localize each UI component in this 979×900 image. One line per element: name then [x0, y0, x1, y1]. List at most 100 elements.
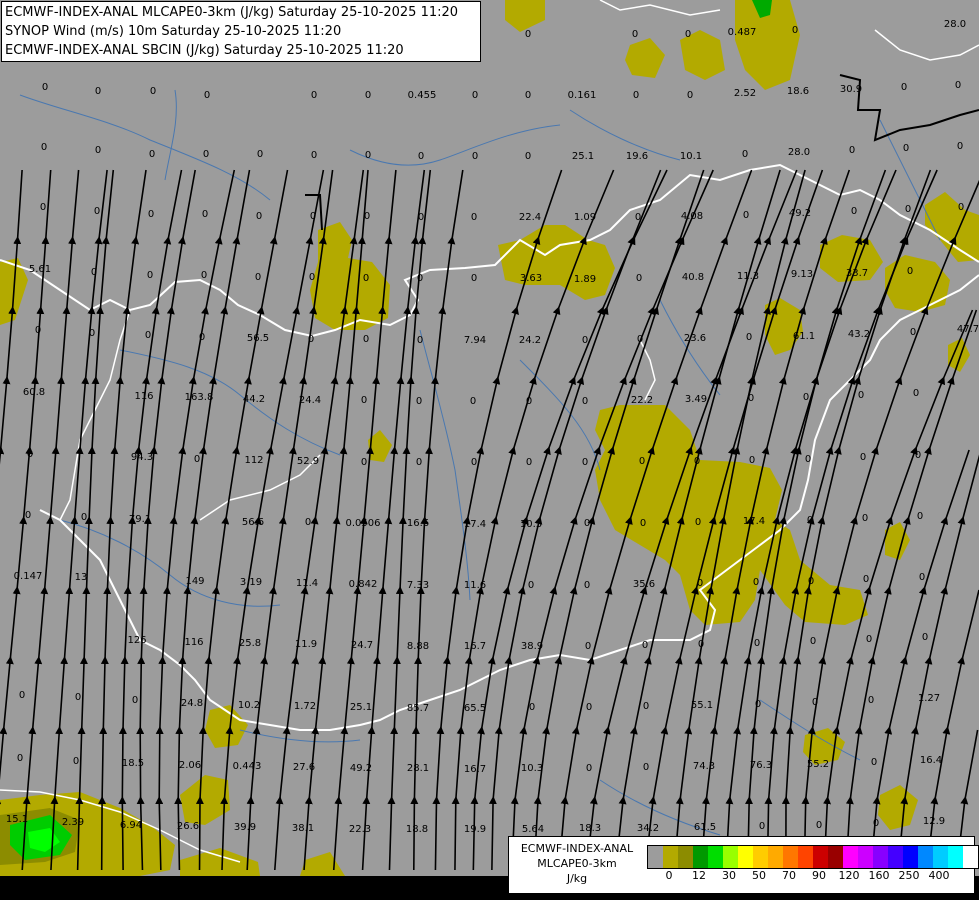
cape-value-label: 0 — [849, 145, 855, 156]
cape-value-label: 0 — [585, 641, 591, 652]
cape-value-label: 0 — [311, 150, 317, 161]
cape-value-label: 0 — [694, 456, 700, 467]
cape-value-label: 0 — [858, 390, 864, 401]
cape-value-label: 0.147 — [14, 571, 43, 582]
cape-value-label: 0 — [95, 145, 101, 156]
cape-value-label: 0 — [907, 266, 913, 277]
legend-color-swatch — [963, 846, 978, 868]
cape-value-label: 79.1 — [129, 514, 151, 525]
cape-value-label: 12.9 — [923, 816, 945, 827]
cape-value-label: 2.39 — [62, 817, 84, 828]
cape-value-label: 0 — [636, 273, 642, 284]
cape-value-label: 18.6 — [787, 86, 809, 97]
cape-value-label: 0 — [642, 640, 648, 651]
cape-value-label: 10.1 — [680, 151, 702, 162]
cape-value-label: 16.7 — [464, 641, 486, 652]
cape-value-label: 0 — [361, 457, 367, 468]
cape-value-label: 0 — [582, 396, 588, 407]
cape-value-label: 17.4 — [464, 519, 486, 530]
cape-value-label: 0 — [35, 325, 41, 336]
cape-value-label: 0 — [41, 142, 47, 153]
cape-value-label: 0 — [584, 518, 590, 529]
cape-value-label: 0 — [746, 332, 752, 343]
cape-value-label: 9.13 — [791, 269, 813, 280]
cape-value-label: 0 — [635, 212, 641, 223]
cape-value-label: 16.7 — [464, 764, 486, 775]
cape-value-label: 61.1 — [793, 331, 815, 342]
cape-value-label: 0 — [202, 209, 208, 220]
cape-value-label: 0 — [416, 396, 422, 407]
legend-color-swatch — [858, 846, 873, 868]
legend-color-swatch — [723, 846, 738, 868]
legend-tick-label: 250 — [898, 869, 920, 882]
legend-tick-label: 400 — [928, 869, 950, 882]
legend-color-swatch — [648, 846, 663, 868]
cape-value-label: 65.5 — [464, 703, 486, 714]
cape-value-label: 0 — [365, 90, 371, 101]
cape-value-label: 0 — [749, 455, 755, 466]
legend-tick-label: 30 — [722, 869, 736, 882]
cape-value-label: 0 — [958, 202, 964, 213]
cape-value-label: 0 — [748, 393, 754, 404]
cape-value-label: 0 — [640, 518, 646, 529]
cape-value-label: 60.8 — [23, 387, 45, 398]
cape-value-label: 0 — [91, 267, 97, 278]
cape-value-label: 18.5 — [122, 758, 144, 769]
cape-value-label: 0 — [17, 753, 23, 764]
cape-value-label: 4.08 — [681, 211, 703, 222]
cape-value-label: 25.1 — [572, 151, 594, 162]
cape-value-label: 10.2 — [238, 700, 260, 711]
cape-value-label: 0 — [149, 149, 155, 160]
legend-color-swatch — [663, 846, 678, 868]
cape-value-label: 52.9 — [297, 456, 319, 467]
cape-value-label: 15.1 — [6, 814, 28, 825]
cape-value-label: 0 — [526, 396, 532, 407]
cape-value-label: 0 — [917, 511, 923, 522]
cape-value-label: 0 — [203, 149, 209, 160]
cape-value-label: 0 — [866, 634, 872, 645]
cape-value-label: 0 — [19, 690, 25, 701]
cape-value-label: 30.9 — [840, 84, 862, 95]
cape-value-label: 0 — [25, 510, 31, 521]
legend-tick-label: 50 — [752, 869, 766, 882]
legend-color-swatch — [828, 846, 843, 868]
legend-tick-label: 0 — [665, 869, 673, 882]
cape-value-label: 0 — [361, 395, 367, 406]
cape-value-label: 0.0506 — [346, 518, 381, 529]
legend-color-swatch — [843, 846, 858, 868]
cape-value-label: 43.2 — [848, 329, 870, 340]
cape-value-label: 11.3 — [737, 271, 759, 282]
cape-value-label: 28.0 — [944, 19, 966, 30]
cape-value-label: 85.7 — [407, 703, 429, 714]
legend-color-swatch — [693, 846, 708, 868]
cape-value-label: 0 — [310, 211, 316, 222]
cape-value-label: 0 — [901, 82, 907, 93]
cape-value-label: 0 — [204, 90, 210, 101]
cape-value-label: 24.4 — [299, 395, 321, 406]
cape-value-label: 0 — [201, 270, 207, 281]
cape-value-label: 0 — [365, 150, 371, 161]
cape-value-label: 0 — [805, 454, 811, 465]
cape-value-label: 0 — [308, 334, 314, 345]
cape-value-label: 8.88 — [407, 641, 429, 652]
cape-value-label: 0 — [417, 273, 423, 284]
cape-value-label: 5.64 — [522, 824, 544, 835]
cape-value-label: 0 — [150, 86, 156, 97]
cape-value-label: 0 — [363, 334, 369, 345]
cape-value-label: 0 — [643, 762, 649, 773]
cape-value-label: 11.4 — [296, 578, 318, 589]
cape-value-label: 0 — [255, 272, 261, 283]
cape-value-label: 0 — [643, 701, 649, 712]
cape-value-label: 19.6 — [626, 151, 648, 162]
cape-value-label: 0 — [753, 577, 759, 588]
cape-value-label: 0 — [309, 272, 315, 283]
legend-color-swatch — [678, 846, 693, 868]
cape-value-label: 56.5 — [247, 333, 269, 344]
header-line-cin: ECMWF-INDEX-ANAL SBCIN (J/kg) Saturday 2… — [5, 43, 404, 58]
cape-value-label: 0 — [471, 273, 477, 284]
cape-value-label: 0 — [305, 517, 311, 528]
cape-value-label: 22.3 — [349, 824, 371, 835]
cape-value-label: 0 — [363, 273, 369, 284]
legend-unit: J/kg — [566, 872, 588, 885]
legend-tick-label: 70 — [782, 869, 796, 882]
